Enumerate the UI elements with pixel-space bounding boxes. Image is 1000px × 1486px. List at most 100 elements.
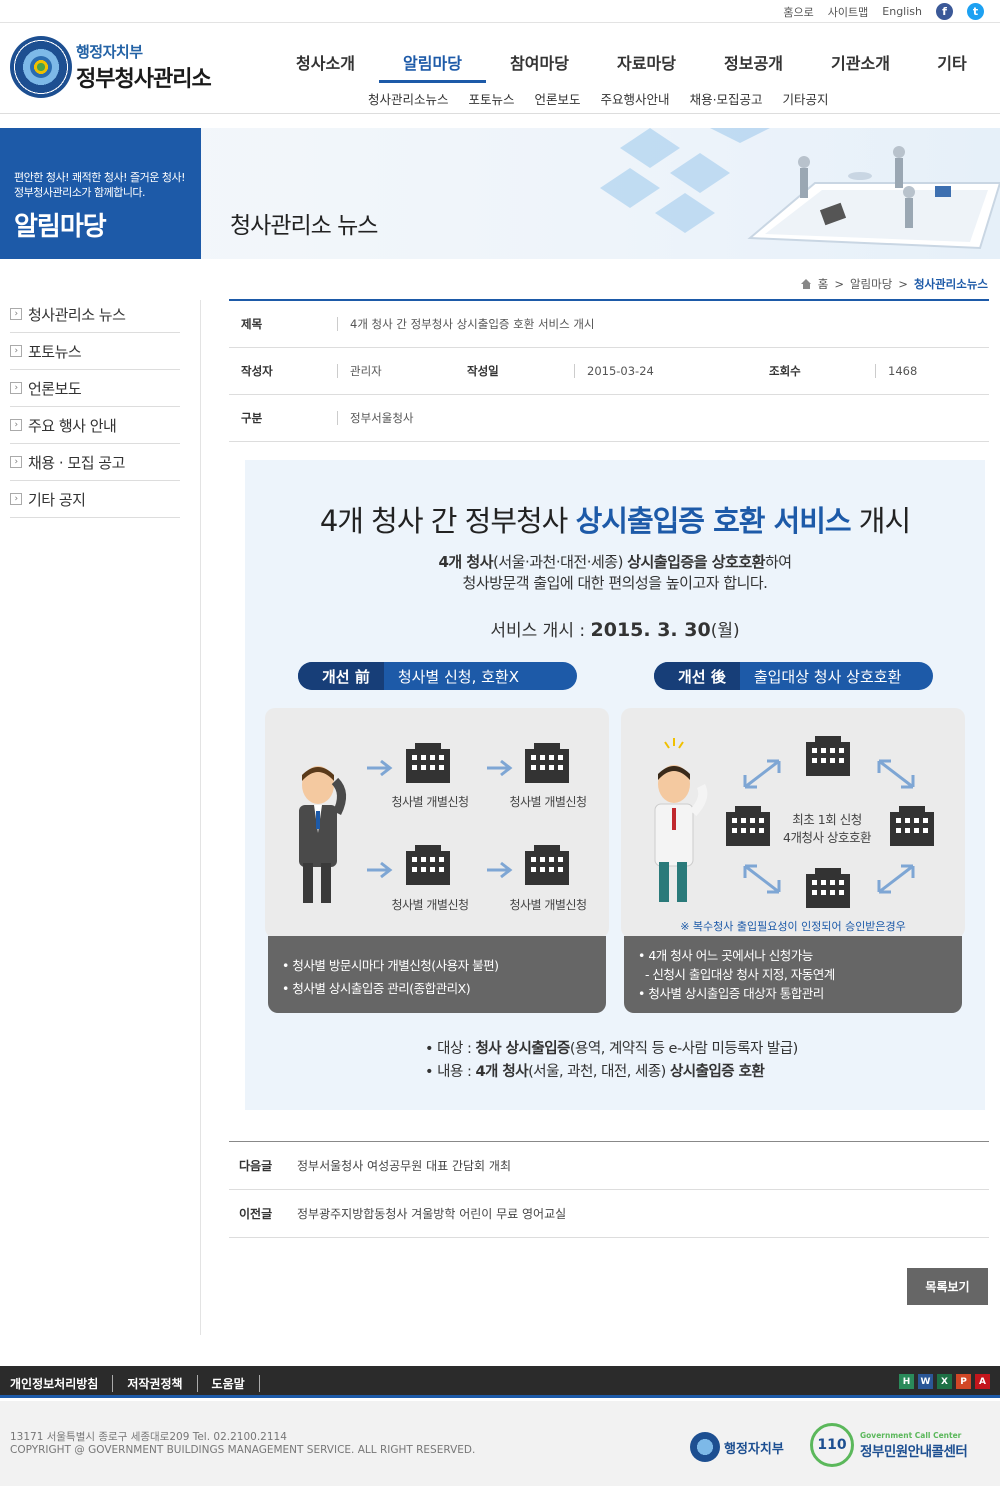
side-menu-divider [200, 300, 201, 1335]
side-menu-item-photo[interactable]: › 포토뉴스 [10, 333, 180, 370]
side-menu: › 청사관리소 뉴스 › 포토뉴스 › 언론보도 › 주요 행사 안내 › 채용 · 모집… [10, 296, 180, 518]
post-author-label: 작성자 [241, 364, 273, 378]
before-point: • 청사별 방문시마다 개별신청(사용자 불편) [282, 958, 499, 973]
prev-post-link[interactable]: 정부광주지방합동청사 겨울방학 어린이 무료 영어교실 [297, 1205, 566, 1222]
site-logo[interactable]: 행정자치부 정부청사관리소 [10, 36, 212, 98]
chevron-right-icon: › [10, 382, 22, 394]
gnb-item-disclosure[interactable]: 정보공개 [700, 50, 807, 83]
center-line-2: 4개청사 상호호환 [783, 830, 871, 845]
two-way-arrow-icon [743, 864, 781, 894]
after-summary: • 4개 청사 어느 곳에서나 신청가능 - 신청시 출입대상 청사 지정, 자… [624, 936, 962, 1013]
side-menu-label: 채용 · 모집 공고 [28, 453, 125, 472]
list-button[interactable]: 목록보기 [907, 1268, 988, 1305]
infographic-description: 4개 청사(서울·과천·대전·세종) 상시출입증을 상호호환하여 청사방문객 출… [438, 553, 792, 592]
building-label: 청사별 개별신청 [509, 795, 587, 809]
post-category-label: 구분 [241, 411, 263, 425]
arrow-right-icon [367, 861, 393, 879]
footer-address: 13171 서울특별시 종로구 세종대로209 Tel. 02.2100.211… [10, 1431, 475, 1457]
breadcrumb-separator: > [834, 277, 844, 291]
footer-links: 개인정보처리방침 저작권정책 도움말 [10, 1375, 260, 1392]
building-icon [525, 845, 569, 885]
infographic-headline: 4개 청사 간 정부청사 상시출입증 호환 서비스 개시 [319, 504, 911, 538]
building-icon [406, 743, 450, 783]
sub-nav-press[interactable]: 언론보도 [535, 89, 581, 108]
building-label: 청사별 개별신청 [509, 898, 587, 912]
excel-viewer-icon[interactable]: X [937, 1374, 952, 1389]
before-illustration: 청사별 개별신청 청사별 개별신청 청사별 개별신청 청사별 개별신청 [265, 708, 609, 938]
facebook-icon[interactable]: f [936, 3, 953, 20]
arrow-right-icon [487, 861, 513, 879]
prev-post-row: 이전글 정부광주지방합동청사 겨울방학 어린이 무료 영어교실 [229, 1190, 989, 1238]
content-line: • 내용 : 4개 청사(서울, 과천, 대전, 세종) 상시출입증 호환 [425, 1064, 765, 1080]
before-badge: 개선 前 청사별 신청, 호환X [298, 662, 577, 690]
approval-note: ※ 복수청사 출입필요성이 인정되어 승인받은경우 [680, 920, 906, 933]
side-menu-label: 주요 행사 안내 [28, 416, 117, 435]
address-line: 13171 서울특별시 종로구 세종대로209 Tel. 02.2100.211… [10, 1431, 287, 1443]
side-menu-label: 포토뉴스 [28, 342, 82, 361]
twitter-icon[interactable]: t [967, 3, 984, 20]
copyright-policy-link[interactable]: 저작권정책 [113, 1375, 198, 1392]
call-center-110-icon: 110 [810, 1423, 854, 1467]
sub-nav-photo[interactable]: 포토뉴스 [469, 89, 515, 108]
sub-nav-recruit[interactable]: 채용·모집공고 [690, 89, 763, 108]
after-panel: 최초 1회 신청 4개청사 상호호환 ※ 복수청사 출입필요성이 인정되어 승인… [621, 708, 965, 1013]
banner-illustration [600, 128, 1000, 250]
pdf-viewer-icon[interactable]: A [975, 1374, 990, 1389]
sitemap-link[interactable]: 사이트맵 [828, 4, 868, 20]
ministry-emblem-icon [10, 36, 72, 98]
document-viewer-icons: H W X P A [899, 1374, 990, 1389]
side-menu-label: 언론보도 [28, 379, 82, 398]
help-link[interactable]: 도움말 [198, 1375, 260, 1392]
english-link[interactable]: English [882, 5, 922, 18]
logo-agency: 정부청사관리소 [76, 67, 212, 92]
side-menu-item-other[interactable]: › 기타 공지 [10, 481, 180, 518]
sub-nav-events[interactable]: 주요행사안내 [601, 89, 670, 108]
sub-navigation: 청사관리소뉴스 포토뉴스 언론보도 주요행사안내 채용·모집공고 기타공지 [368, 89, 829, 108]
two-way-arrow-icon [743, 759, 781, 789]
gnb-item-notice[interactable]: 알림마당 [379, 50, 486, 83]
footer-bar: 개인정보처리방침 저작권정책 도움말 H W X P A [0, 1366, 1000, 1398]
after-title: 출입대상 청사 상호호환 [753, 667, 902, 686]
privacy-policy-link[interactable]: 개인정보처리방침 [10, 1375, 114, 1392]
sub-nav-news[interactable]: 청사관리소뉴스 [368, 89, 449, 108]
gnb-item-etc[interactable]: 기타 [914, 50, 990, 83]
breadcrumb-home[interactable]: 홈 [818, 276, 829, 292]
side-menu-item-recruit[interactable]: › 채용 · 모집 공고 [10, 444, 180, 481]
main-navigation: 청사소개 알림마당 참여마당 자료마당 정보공개 기관소개 기타 [272, 50, 990, 83]
chevron-right-icon: › [10, 345, 22, 357]
powerpoint-viewer-icon[interactable]: P [956, 1374, 971, 1389]
after-point: • 4개 청사 어느 곳에서나 신청가능 [638, 948, 813, 963]
ministry-logo[interactable]: 행정자치부 [690, 1432, 784, 1462]
ministry-name: 행정자치부 [724, 1441, 784, 1457]
chevron-right-icon: › [10, 419, 22, 431]
section-banner: 편안한 청사! 쾌적한 청사! 즐거운 청사! 정부청사관리소가 함께합니다. … [0, 128, 1000, 259]
home-link[interactable]: 홈으로 [783, 4, 813, 20]
logo-ministry: 행정자치부 [76, 43, 143, 61]
section-title: 알림마당 [14, 212, 107, 242]
after-point: • 청사별 상시출입증 대상자 통합관리 [638, 986, 824, 1001]
gnb-item-participation[interactable]: 참여마당 [486, 50, 593, 83]
sub-nav-other[interactable]: 기타공지 [783, 89, 829, 108]
post-title-row: 제목 4개 청사 간 정부청사 상시출입증 호환 서비스 개시 [229, 301, 989, 348]
call-center-korean: 정부민원안내콜센터 [860, 1443, 968, 1460]
after-badge: 개선 後 출입대상 청사 상호호환 [654, 662, 933, 690]
building-icon [406, 845, 450, 885]
home-icon[interactable] [800, 278, 812, 290]
gnb-item-intro[interactable]: 청사소개 [272, 50, 379, 83]
post-info-table: 제목 4개 청사 간 정부청사 상시출입증 호환 서비스 개시 작성자 관리자 … [229, 299, 989, 442]
next-post-link[interactable]: 정부서울청사 여성공무원 대표 간담회 개최 [297, 1157, 511, 1174]
side-menu-item-events[interactable]: › 주요 행사 안내 [10, 407, 180, 444]
post-category-row: 구분 정부서울청사 [229, 395, 989, 442]
breadcrumb-level1[interactable]: 알림마당 [850, 276, 892, 292]
gnb-item-resources[interactable]: 자료마당 [593, 50, 700, 83]
breadcrumb: 홈 > 알림마당 > 청사관리소뉴스 [800, 276, 988, 292]
building-icon [890, 806, 934, 846]
side-menu-item-press[interactable]: › 언론보도 [10, 370, 180, 407]
side-menu-item-news[interactable]: › 청사관리소 뉴스 [10, 296, 180, 333]
ministry-emblem-icon [690, 1432, 720, 1462]
gnb-item-organization[interactable]: 기관소개 [807, 50, 914, 83]
building-icon [525, 743, 569, 783]
hwp-viewer-icon[interactable]: H [899, 1374, 914, 1389]
call-center-logo[interactable]: 110 Government Call Center 정부민원안내콜센터 [810, 1423, 968, 1467]
word-viewer-icon[interactable]: W [918, 1374, 933, 1389]
